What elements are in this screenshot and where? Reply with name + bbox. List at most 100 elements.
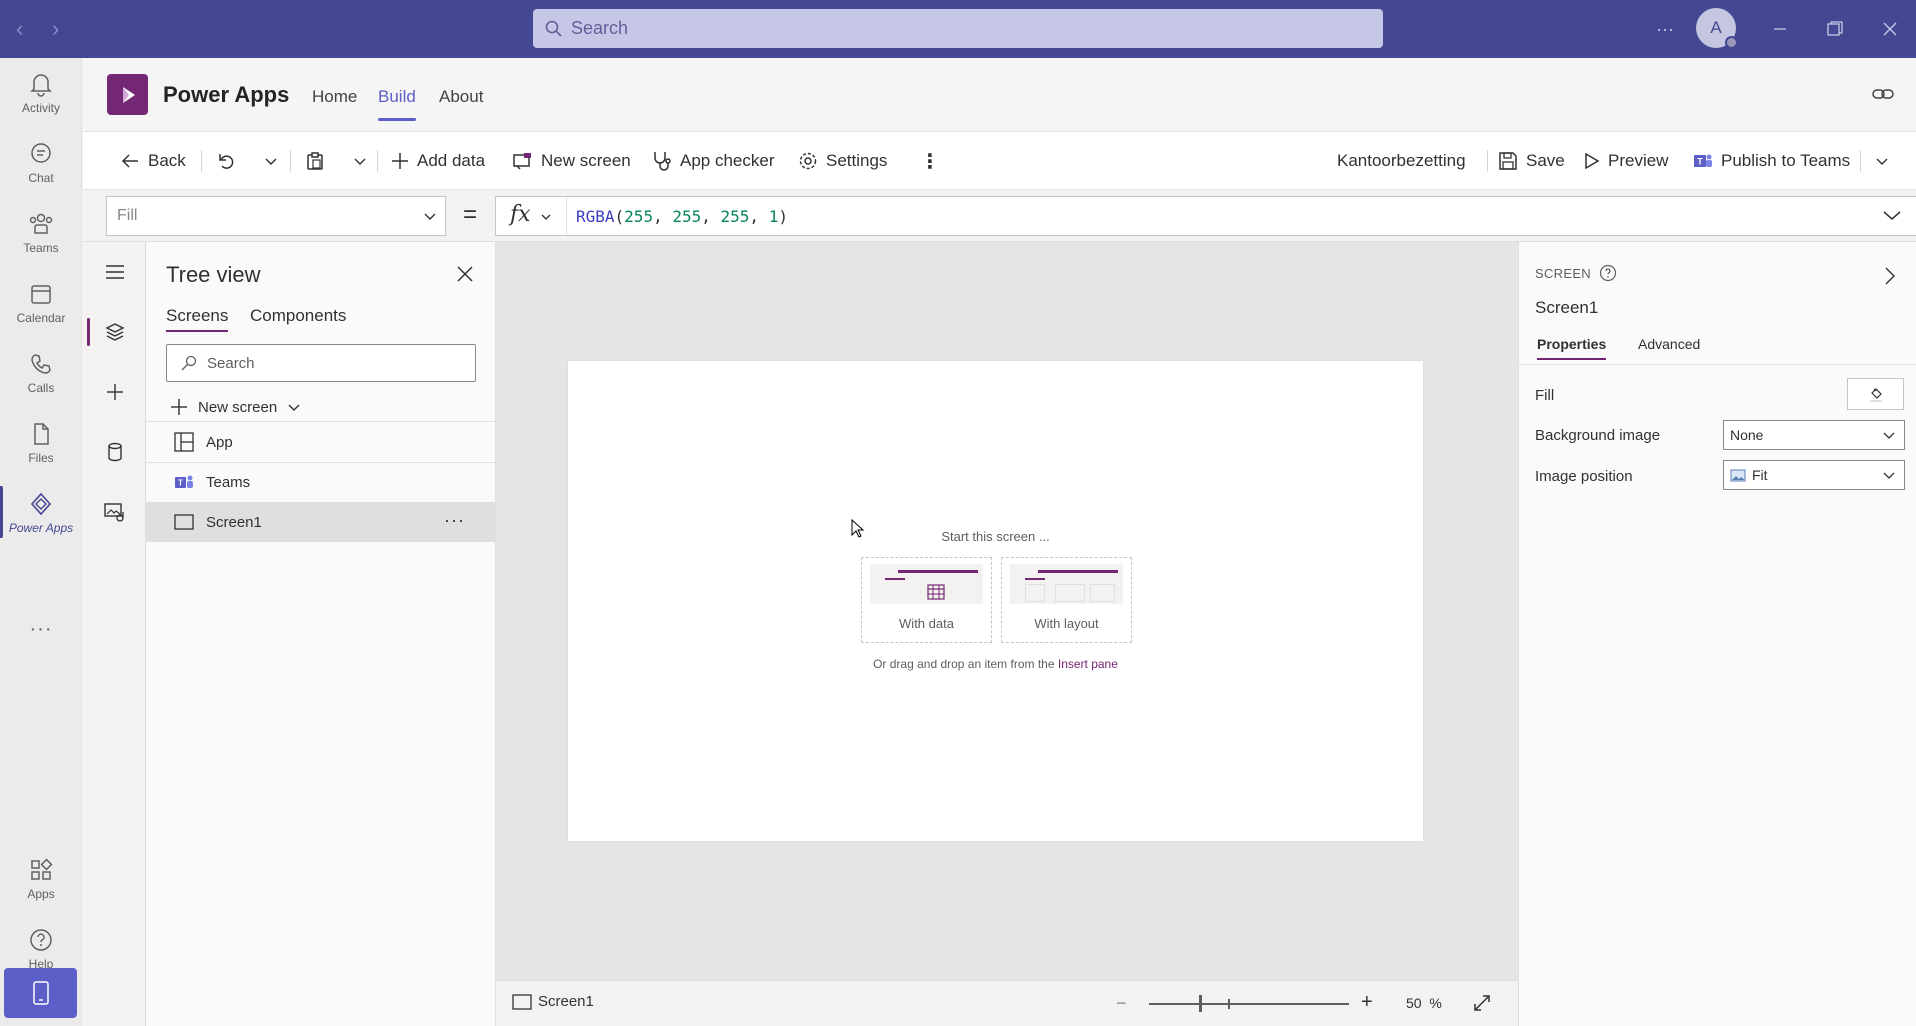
drag-drop-text: Or drag and drop an item from the [873, 657, 1055, 671]
image-position-dropdown[interactable]: Fit [1723, 460, 1905, 490]
file-icon [34, 423, 49, 445]
mobile-download-button[interactable] [4, 968, 77, 1018]
back-nav-icon[interactable]: ‹ [16, 16, 23, 42]
zoom-in-button[interactable]: + [1361, 991, 1373, 1014]
back-button[interactable]: Back [120, 132, 186, 190]
rail-item-label: Power Apps [8, 521, 74, 535]
tab-home[interactable]: Home [312, 87, 357, 107]
property-selector[interactable]: Fill [106, 196, 446, 236]
image-icon [1730, 469, 1746, 481]
expand-formula-icon[interactable] [1882, 208, 1902, 222]
avatar-initial: A [1710, 18, 1722, 37]
with-data-card[interactable]: With data [861, 557, 992, 643]
chevron-down-icon [288, 404, 300, 411]
help-icon[interactable] [1599, 264, 1617, 282]
rail-item-files[interactable]: Files [0, 410, 82, 476]
paste-dropdown-button[interactable] [353, 132, 375, 190]
formula-input[interactable]: fx RGBA(255, 255, 255, 1) [495, 196, 1916, 236]
rail-item-calendar[interactable]: Calendar [0, 270, 82, 336]
rail-item-power-apps[interactable]: Power Apps [0, 480, 82, 546]
property-selector-value: Fill [117, 207, 138, 224]
apps-icon [31, 858, 53, 880]
tree-node-label: App [206, 433, 233, 451]
publish-button[interactable]: T Publish to Teams [1693, 132, 1850, 190]
tab-components[interactable]: Components [250, 306, 346, 326]
tree-view-button[interactable] [83, 312, 146, 352]
add-data-button[interactable]: Add data [391, 132, 485, 190]
formula-text: RGBA(255, 255, 255, 1) [576, 207, 788, 226]
tree-search-input[interactable]: Search [166, 344, 476, 382]
minimize-icon[interactable] [1772, 0, 1788, 58]
team-name-button[interactable]: Kantoorbezetting [1337, 132, 1466, 190]
rail-item-apps[interactable]: Apps [0, 846, 82, 912]
publish-dropdown-button[interactable] [1875, 132, 1897, 190]
menu-button[interactable] [83, 252, 146, 292]
rail-more-icon[interactable]: ··· [0, 618, 82, 641]
link-icon[interactable] [1872, 86, 1894, 102]
tab-advanced[interactable]: Advanced [1638, 336, 1700, 352]
divider [566, 197, 567, 235]
avatar[interactable]: A [1696, 8, 1738, 49]
divider [290, 150, 291, 172]
fx-icon[interactable]: fx [510, 202, 531, 227]
zoom-slider-thumb[interactable] [1199, 995, 1202, 1012]
rail-item-calls[interactable]: Calls [0, 340, 82, 406]
more-commands-icon[interactable]: ⋮ [920, 132, 940, 190]
with-layout-card[interactable]: With layout [1001, 557, 1132, 643]
control-name[interactable]: Screen1 [1535, 298, 1598, 318]
settings-button[interactable]: Settings [798, 132, 887, 190]
divider [1487, 150, 1488, 172]
chevron-right-icon[interactable] [1884, 266, 1896, 286]
screen-canvas[interactable]: Start this screen ... With data With lay… [568, 361, 1423, 841]
tree-node-teams[interactable]: T Teams [146, 462, 495, 502]
app-checker-button[interactable]: App checker [652, 132, 775, 190]
tab-build[interactable]: Build [378, 87, 416, 121]
add-data-label: Add data [417, 151, 486, 170]
forward-nav-icon[interactable]: › [52, 16, 59, 42]
tab-about[interactable]: About [439, 87, 483, 107]
back-label: Back [148, 151, 186, 170]
app-name: Power Apps [163, 82, 290, 107]
save-button[interactable]: Save [1498, 132, 1565, 190]
paste-button[interactable] [305, 132, 333, 190]
close-window-icon[interactable] [1882, 0, 1898, 58]
undo-dropdown-button[interactable] [264, 132, 286, 190]
insert-button[interactable] [83, 372, 146, 412]
more-options-icon[interactable]: ··· [444, 510, 465, 531]
preview-bar [1025, 578, 1045, 580]
global-search-input[interactable]: Search [533, 9, 1383, 48]
control-type: SCREEN [1535, 264, 1617, 282]
undo-button[interactable] [216, 132, 244, 190]
formula-arg: 1 [768, 207, 779, 226]
background-image-dropdown[interactable]: None [1723, 420, 1905, 450]
rail-item-chat[interactable]: Chat [0, 130, 82, 196]
zoom-level[interactable]: 50 % [1406, 995, 1442, 1011]
tree-node-screen1[interactable]: Screen1 ··· [146, 502, 495, 542]
rail-item-activity[interactable]: Activity [0, 60, 82, 126]
media-button[interactable] [83, 492, 146, 532]
rail-item-teams[interactable]: Teams [0, 200, 82, 266]
fill-color-picker[interactable] [1847, 378, 1904, 410]
restore-icon[interactable] [1826, 0, 1844, 58]
data-button[interactable] [83, 432, 146, 472]
tab-properties[interactable]: Properties [1537, 336, 1607, 360]
close-icon[interactable] [457, 266, 473, 282]
fit-to-window-icon[interactable] [1472, 993, 1492, 1013]
background-image-label: Background image [1535, 427, 1661, 444]
zoom-slider[interactable] [1149, 1003, 1349, 1005]
current-screen-selector[interactable]: Screen1 [512, 993, 594, 1010]
status-bar: Screen1 − + 50 % [496, 980, 1518, 1026]
formula-arg: 255 [720, 207, 750, 226]
chevron-down-icon [265, 158, 277, 165]
chevron-down-icon[interactable] [540, 211, 552, 223]
zoom-out-button[interactable]: − [1116, 993, 1127, 1014]
preview-button[interactable]: Preview [1584, 132, 1668, 190]
insert-pane-link[interactable]: Insert pane [1058, 657, 1118, 671]
new-screen-tree-button[interactable]: New screen [170, 392, 301, 422]
tree-node-app[interactable]: App [146, 422, 495, 462]
new-screen-button[interactable]: New screen [513, 132, 631, 190]
control-type-label: SCREEN [1535, 265, 1591, 281]
tab-screens[interactable]: Screens [166, 306, 229, 332]
tree-view-title: Tree view [166, 262, 261, 287]
more-options-icon[interactable]: ··· [1656, 0, 1674, 58]
